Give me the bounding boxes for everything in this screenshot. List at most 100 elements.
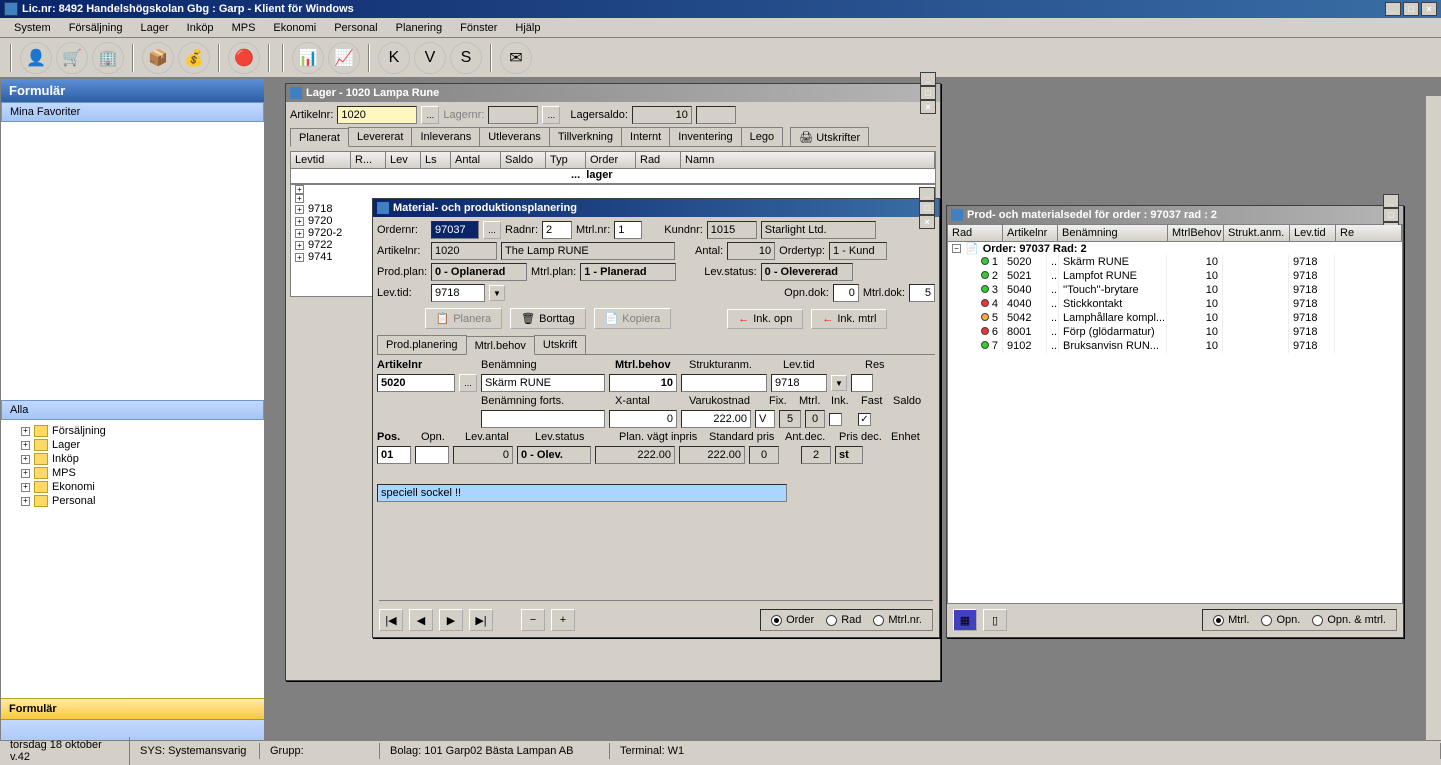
lagernr-lookup[interactable]: ... (542, 106, 560, 124)
mpp-minimize[interactable]: _ (919, 187, 935, 201)
tree-lager[interactable]: +Lager (5, 438, 260, 452)
radio-rad[interactable]: Rad (826, 614, 861, 626)
sidebar-all-header[interactable]: Alla (1, 400, 264, 420)
toolbar-btn-s[interactable]: S (450, 42, 482, 74)
d-pos-field[interactable]: 01 (377, 446, 411, 464)
lager-tree-row[interactable]: + (291, 185, 935, 194)
toolbar-btn-7[interactable]: 📊 (292, 42, 324, 74)
d-benforts-field[interactable] (481, 410, 605, 428)
toolbar-btn-2[interactable]: 🛒 (56, 42, 88, 74)
nav-first[interactable]: |◀ (379, 609, 403, 631)
tab-internt[interactable]: Internt (621, 127, 670, 146)
pms-data-row[interactable]: 35040...''Touch''-brytare109718 (948, 283, 1402, 297)
radnr-field[interactable]: 2 (542, 221, 572, 239)
pms-data-row[interactable]: 55042...Lamphållare kompl...109718 (948, 311, 1402, 325)
menu-mps[interactable]: MPS (224, 20, 264, 36)
levtid-field[interactable]: 9718 (431, 284, 485, 302)
mpp-maximize[interactable]: □ (919, 201, 935, 215)
d-levtid-dropdown[interactable]: ▼ (831, 375, 847, 391)
menu-personal[interactable]: Personal (326, 20, 385, 36)
toolbar-btn-8[interactable]: 📈 (328, 42, 360, 74)
d-benamning-field[interactable]: Skärm RUNE (481, 374, 605, 392)
pms-data-row[interactable]: 44040...Stickkontakt109718 (948, 297, 1402, 311)
pms-data-row[interactable]: 68001...Förp (glödarmatur)109718 (948, 325, 1402, 339)
tab-prodplanering[interactable]: Prod.planering (377, 335, 467, 354)
mpp-title-bar[interactable]: Material- och produktionsplanering _ □ × (373, 199, 939, 217)
lager-close[interactable]: × (920, 100, 936, 114)
inkmtrl-button[interactable]: ← Ink. mtrl (811, 309, 887, 329)
menu-planering[interactable]: Planering (388, 20, 450, 36)
ordernr-field[interactable]: 97037 (431, 221, 479, 239)
levtid-dropdown[interactable]: ▼ (489, 285, 505, 301)
d-xantal-field[interactable]: 0 (609, 410, 677, 428)
radio-opn[interactable]: Opn. (1261, 614, 1300, 626)
tab-utleverans[interactable]: Utleverans (479, 127, 550, 146)
tab-inleverans[interactable]: Inleverans (411, 127, 480, 146)
tab-utskrifter[interactable]: 🖨 Utskrifter (790, 127, 869, 146)
pms-order-row[interactable]: −📄 Order: 97037 Rad: 2 (948, 242, 1402, 255)
toolbar-btn-5[interactable]: 💰 (178, 42, 210, 74)
mtrlnr-field[interactable]: 1 (614, 221, 642, 239)
artikelnr-lookup[interactable]: ... (421, 106, 439, 124)
tree-mps[interactable]: +MPS (5, 466, 260, 480)
lager-title-bar[interactable]: Lager - 1020 Lampa Rune _ □ × (286, 84, 940, 102)
nav-plus[interactable]: + (551, 609, 575, 631)
pms-data-row[interactable]: 15020...Skärm RUNE109718 (948, 255, 1402, 269)
tree-inkop[interactable]: +Inköp (5, 452, 260, 466)
nav-last[interactable]: ▶| (469, 609, 493, 631)
d-fast-checkbox[interactable] (829, 413, 842, 426)
tab-inventering[interactable]: Inventering (669, 127, 741, 146)
ordernr-lookup[interactable]: ... (483, 221, 501, 239)
kopiera-button[interactable]: 📄 Kopiera (594, 308, 672, 329)
pms-data-row[interactable]: 79102...Bruksanvisn RUN...109718 (948, 339, 1402, 353)
nav-minus[interactable]: − (521, 609, 545, 631)
toolbar-btn-6[interactable]: 🔴 (228, 42, 260, 74)
sidebar-favorites-header[interactable]: Mina Favoriter (1, 102, 264, 122)
menu-lager[interactable]: Lager (133, 20, 177, 36)
radio-mtrl[interactable]: Mtrl. (1213, 614, 1249, 626)
tab-planerat[interactable]: Planerat (290, 128, 349, 147)
sidebar-footer[interactable]: Formulär (1, 698, 264, 719)
menu-forsaljning[interactable]: Försäljning (61, 20, 131, 36)
view-btn-2[interactable]: ▯ (983, 609, 1007, 631)
radio-order[interactable]: Order (771, 614, 814, 626)
toolbar-btn-3[interactable]: 🏢 (92, 42, 124, 74)
radio-opn-mtrl[interactable]: Opn. & mtrl. (1312, 614, 1386, 626)
tab-lego[interactable]: Lego (741, 127, 783, 146)
close-button[interactable]: × (1421, 2, 1437, 16)
nav-prev[interactable]: ◀ (409, 609, 433, 631)
mpp-close[interactable]: × (919, 215, 935, 229)
d-opn-field[interactable] (415, 446, 449, 464)
d-artikelnr-lookup[interactable]: ... (459, 374, 477, 392)
borttag-button[interactable]: 🗑 Borttag (510, 308, 585, 329)
tab-levererat[interactable]: Levererat (348, 127, 412, 146)
toolbar-btn-9[interactable]: ✉ (500, 42, 532, 74)
menu-fonster[interactable]: Fönster (452, 20, 505, 36)
mtrldok-field[interactable]: 5 (909, 284, 935, 302)
menu-hjalp[interactable]: Hjälp (507, 20, 548, 36)
pms-maximize[interactable]: □ (1383, 208, 1399, 222)
pms-data-row[interactable]: 25021...Lampfot RUNE109718 (948, 269, 1402, 283)
opndok-field[interactable]: 0 (833, 284, 859, 302)
lager-maximize[interactable]: □ (920, 86, 936, 100)
tab-mtrlbehov[interactable]: Mtrl.behov (466, 336, 535, 355)
menu-system[interactable]: System (6, 20, 59, 36)
maximize-button[interactable]: □ (1403, 2, 1419, 16)
d-fix-field[interactable]: V (755, 410, 775, 428)
d-levtid-field[interactable]: 9718 (771, 374, 827, 392)
tree-ekonomi[interactable]: +Ekonomi (5, 480, 260, 494)
note-field[interactable]: speciell sockel !! (377, 484, 787, 502)
minimize-button[interactable]: _ (1385, 2, 1401, 16)
d-res-field[interactable] (851, 374, 873, 392)
d-varukostnad-field[interactable]: 222.00 (681, 410, 751, 428)
tree-forsaljning[interactable]: +Försäljning (5, 424, 260, 438)
toolbar-btn-v[interactable]: V (414, 42, 446, 74)
toolbar-btn-1[interactable]: 👤 (20, 42, 52, 74)
toolbar-btn-4[interactable]: 📦 (142, 42, 174, 74)
d-artikelnr-field[interactable]: 5020 (377, 374, 455, 392)
inkopn-button[interactable]: ← Ink. opn (727, 309, 803, 329)
menu-inkop[interactable]: Inköp (179, 20, 222, 36)
mdi-scrollbar[interactable] (1425, 96, 1441, 748)
nav-next[interactable]: ▶ (439, 609, 463, 631)
tab-tillverkning[interactable]: Tillverkning (549, 127, 622, 146)
